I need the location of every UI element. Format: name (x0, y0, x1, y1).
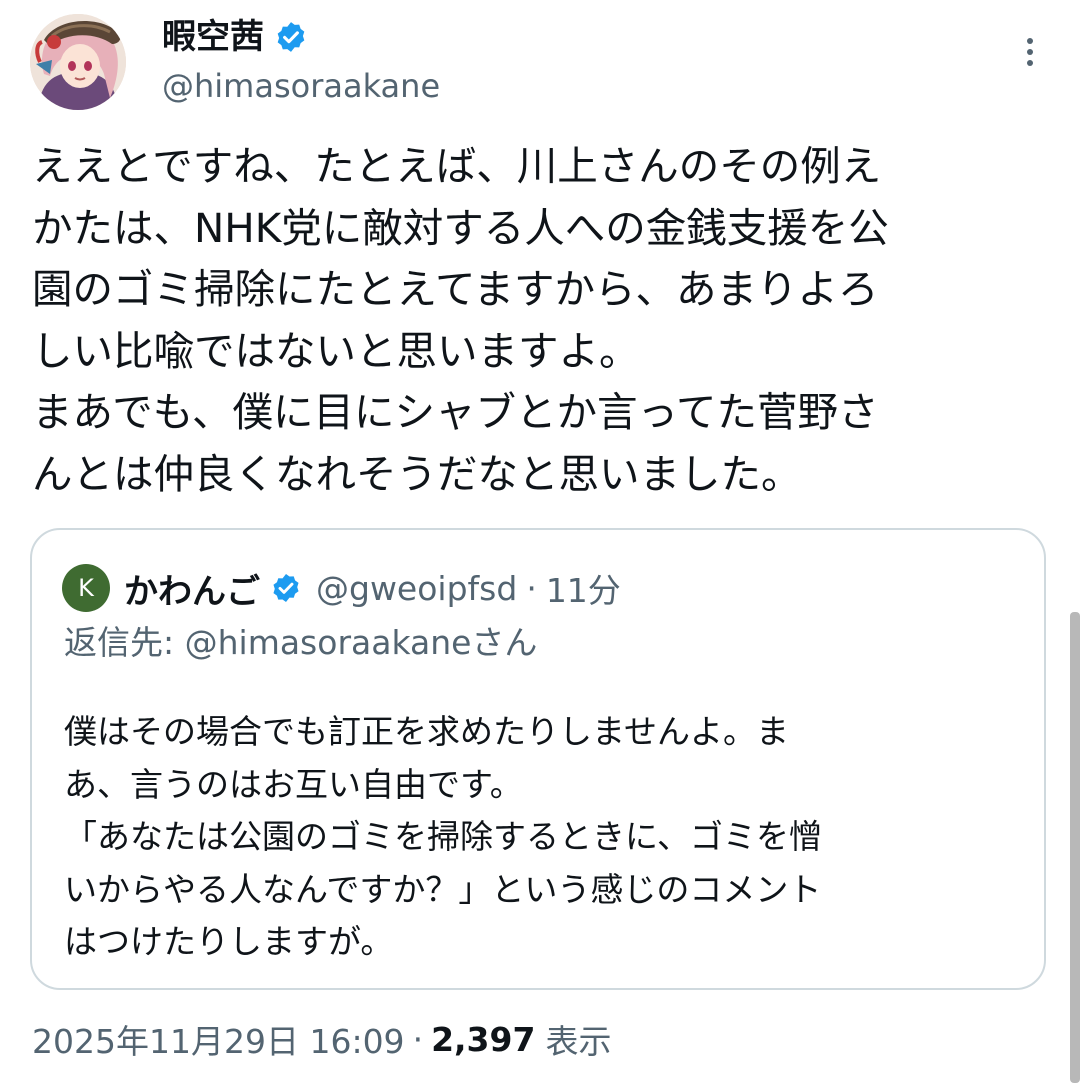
quoted-tweet-time[interactable]: 11分 (546, 564, 621, 612)
verified-badge-icon (274, 20, 308, 54)
author-avatar-image (30, 14, 126, 110)
quoted-tweet-card[interactable]: K かわんご @gweoipfsd · 11分 返信先: @himasoraak… (30, 528, 1046, 990)
more-options-button[interactable] (1010, 30, 1050, 74)
view-count: 2,397 (431, 1019, 536, 1059)
separator-dot: · (526, 568, 537, 608)
verified-badge-icon (270, 572, 302, 604)
more-vertical-icon (1027, 38, 1033, 44)
quoted-author-name[interactable]: かわんご (124, 564, 260, 613)
tweet-text: ええとですね、たとえば、川上さんのその例え かたは、NHK党に敵対する人への金銭… (32, 142, 889, 498)
author-display-name[interactable]: 暇空茜 (162, 12, 264, 62)
quoted-author-handle[interactable]: @gweoipfsd (316, 569, 517, 608)
tweet-timestamp[interactable]: 2025年11月29日 16:09 (32, 1015, 405, 1063)
tweet-footer: 2025年11月29日 16:09 · 2,397 表示 (32, 1014, 611, 1064)
author-avatar[interactable] (30, 14, 126, 110)
scrollbar[interactable] (1070, 612, 1080, 1083)
quoted-tweet-text: 僕はその場合でも訂正を求めたりしませんよ。ま あ、言うのはお互い自由です。 「あ… (64, 712, 823, 961)
quoted-tweet-header: かわんご @gweoipfsd · 11分 (124, 560, 621, 616)
tweet-header: 暇空茜 @himasoraakane (0, 0, 1080, 130)
view-count-label: 表示 (545, 1022, 612, 1061)
author-name-row: 暇空茜 (162, 12, 308, 62)
reply-to-label: 返信先: @himasoraakaneさん (64, 623, 538, 662)
separator-dot: · (412, 1019, 424, 1059)
quoted-author-avatar[interactable]: K (62, 564, 110, 612)
author-handle[interactable]: @himasoraakane (162, 62, 440, 110)
